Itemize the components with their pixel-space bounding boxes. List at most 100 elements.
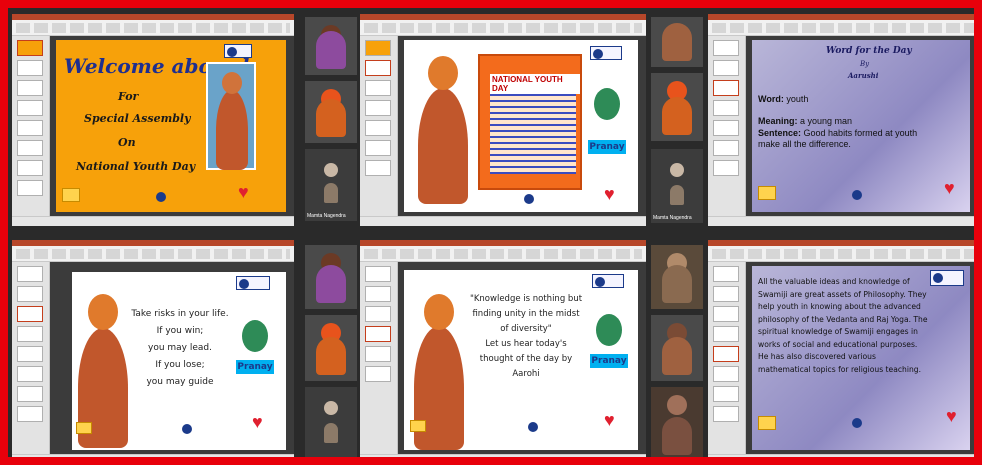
slide-knowledge: "Knowledge is nothing but finding unity … (404, 270, 638, 450)
quote-block: Take risks in your life. If you win; you… (130, 306, 230, 391)
slide-word-of-day: Word for the Day By Aarushi Word: youth … (752, 40, 970, 212)
participant-tile[interactable]: Mamta Nagendra (304, 148, 358, 222)
slide-swamiji-paragraph: All the valuable ideas and knowledge of … (752, 266, 970, 450)
sentence-row: Sentence: Good habits formed at youth ma… (758, 128, 938, 150)
slide-take-risks: Take risks in your life. If you win; you… (72, 272, 286, 450)
participant-name: Mamta Nagendra (653, 215, 692, 221)
ppt-toolbar (708, 14, 974, 36)
participant-tile[interactable] (650, 72, 704, 142)
slide-national-youth-day: NATIONAL YOUTH DAY Pranay ♥ (404, 40, 638, 212)
school-logo (592, 274, 624, 288)
participant-tile[interactable] (650, 244, 704, 310)
presenter-badge: Pranay (590, 354, 628, 368)
quote-line: finding unity in the midst (472, 309, 580, 319)
screen-share-3: Word for the Day By Aarushi Word: youth … (708, 14, 974, 226)
ppt-toolbar (360, 14, 646, 36)
welcome-line-day: National Youth Day (76, 160, 196, 173)
youth-day-card-body (490, 94, 576, 174)
footer-logo (852, 418, 862, 428)
sentence-label: Sentence: (758, 128, 802, 138)
participant-tile[interactable] (650, 314, 704, 382)
presenter-badge: Pranay (236, 360, 274, 374)
cartoon-kid-icon (242, 320, 268, 352)
word-label: Word: (758, 94, 784, 104)
school-crest (410, 420, 426, 432)
cartoon-kid-icon (596, 314, 622, 346)
ppt-statusbar (708, 216, 974, 226)
quote-line: of diversity" (500, 324, 552, 334)
participant-tile[interactable] (304, 386, 358, 457)
word-title: Word for the Day (826, 46, 912, 56)
footer-logo (182, 424, 192, 434)
screen-share-5: "Knowledge is nothing but finding unity … (360, 240, 646, 457)
footer-logo (524, 194, 534, 204)
quote-line: If you lose; (155, 360, 205, 370)
quote-line: you may lead. (148, 343, 212, 353)
ppt-statusbar (12, 454, 294, 457)
participant-tile[interactable] (650, 16, 704, 68)
presenter-badge: Pranay (588, 140, 626, 154)
screen-share-6: All the valuable ideas and knowledge of … (708, 240, 974, 457)
participant-tile[interactable] (304, 314, 358, 382)
quote-line: Let us hear today's (485, 339, 567, 349)
screen-share-2: NATIONAL YOUTH DAY Pranay ♥ (360, 14, 646, 226)
participant-tile[interactable] (650, 386, 704, 457)
ppt-toolbar (360, 240, 646, 262)
quote-line: Take risks in your life. (131, 309, 229, 319)
slide-thumbnails[interactable] (708, 262, 746, 454)
youth-day-card-title: NATIONAL YOUTH DAY (490, 74, 580, 94)
school-crest (758, 416, 776, 430)
word-row: Word: youth (758, 94, 808, 104)
school-logo (224, 44, 252, 58)
heart-sticker-icon: ♥ (238, 182, 249, 202)
meaning-value: a young man (800, 116, 853, 126)
quote-line: If you win; (156, 326, 204, 336)
knowledge-quote: "Knowledge is nothing but finding unity … (466, 292, 586, 382)
ppt-statusbar (360, 216, 646, 226)
school-logo (930, 270, 964, 286)
screen-share-4: Take risks in your life. If you win; you… (12, 240, 294, 457)
welcome-line-on: On (118, 136, 136, 149)
participant-tile[interactable] (304, 80, 358, 144)
participant-name: Mamta Nagendra (307, 213, 346, 219)
screen-share-1: Welcome aboard For Special Assembly On N… (12, 14, 294, 226)
participant-tile[interactable] (304, 16, 358, 76)
slide-thumbnails[interactable] (12, 262, 50, 454)
quote-line: thought of the day by (479, 354, 573, 364)
meaning-row: Meaning: a young man (758, 116, 852, 126)
heart-sticker-icon: ♥ (604, 184, 615, 204)
slide-thumbnails[interactable] (360, 36, 398, 216)
video-collage-frame: Welcome aboard For Special Assembly On N… (0, 0, 982, 465)
welcome-line-assembly: Special Assembly (84, 112, 191, 125)
school-crest (62, 188, 80, 202)
meaning-label: Meaning: (758, 116, 798, 126)
footer-logo (852, 190, 862, 200)
ppt-statusbar (708, 454, 974, 457)
school-crest (758, 186, 776, 200)
slide-welcome: Welcome aboard For Special Assembly On N… (56, 40, 286, 212)
ppt-toolbar (12, 240, 294, 262)
slide-thumbnails[interactable] (12, 36, 50, 216)
heart-sticker-icon: ♥ (604, 410, 615, 430)
cartoon-kid-icon (594, 88, 620, 120)
word-by: By (860, 60, 870, 68)
heart-sticker-icon: ♥ (946, 406, 957, 426)
ppt-toolbar (12, 14, 294, 36)
word-author: Aarushi (848, 71, 879, 80)
youth-day-card: NATIONAL YOUTH DAY (478, 54, 582, 190)
swamiji-paragraph: All the valuable ideas and knowledge of … (758, 277, 928, 374)
quote-line: "Knowledge is nothing but (469, 294, 583, 304)
school-crest (76, 422, 92, 434)
participant-tile[interactable] (304, 244, 358, 310)
quote-line: you may guide (146, 377, 214, 387)
slide-thumbnails[interactable] (708, 36, 746, 216)
participant-tile[interactable]: Mamta Nagendra (650, 148, 704, 224)
ppt-statusbar (360, 454, 646, 457)
school-logo (236, 276, 270, 290)
word-value: youth (786, 94, 809, 104)
school-logo (590, 46, 622, 60)
slide-thumbnails[interactable] (360, 262, 398, 454)
quote-line: Aarohi (512, 369, 540, 379)
swami-photo (206, 62, 256, 170)
footer-logo (156, 192, 166, 202)
